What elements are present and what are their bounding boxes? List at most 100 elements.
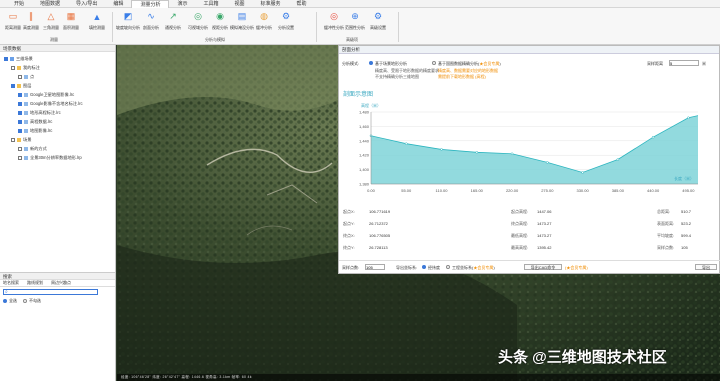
tree-node-label: 点 [30, 73, 35, 79]
menu-item[interactable]: 地图数据 [32, 0, 68, 8]
sample-distance-input[interactable] [669, 60, 699, 66]
ribbon-button-height[interactable]: ∥ 高度测量 [21, 11, 41, 37]
menu-item[interactable]: 编辑 [105, 0, 131, 8]
ribbon-button-viewshed[interactable]: ◎ 可视域分析 [188, 11, 208, 37]
ribbon-button-sightline[interactable]: ↗ 通视分析 [163, 11, 183, 37]
settings-icon: ⚙ [373, 11, 383, 21]
radio-mode1[interactable] [369, 61, 373, 65]
x-tick-label: 220.00 [506, 188, 519, 193]
tree-checkbox[interactable] [11, 137, 15, 142]
mode1-note2: 不支持精确分析三维地图 [375, 74, 419, 79]
stat-value: 1473.27 [537, 221, 552, 226]
profile-point [546, 161, 549, 164]
profile-point [405, 142, 408, 145]
search-input[interactable] [3, 289, 98, 295]
folder-icon [17, 83, 21, 88]
menu-item[interactable]: 开始 [6, 0, 32, 8]
tree-node[interactable]: 地形高程标注.lrc [18, 109, 61, 116]
menu-item[interactable]: 工具箱 [195, 0, 226, 8]
tree-node-label: 地形高程标注.lrc [30, 109, 61, 115]
ribbon-button-label: 面积测量 [63, 25, 79, 30]
radio-unselect[interactable] [23, 298, 27, 303]
tree-checkbox[interactable] [18, 146, 22, 151]
search-icon[interactable]: ⌕ [5, 289, 8, 295]
tree-checkbox[interactable] [18, 92, 22, 97]
tree-node[interactable]: 我的标注 [11, 64, 40, 71]
radio-mode2[interactable] [432, 61, 436, 65]
ribbon-button-buffer[interactable]: ◍ 缓冲分析 [254, 11, 274, 37]
tree-checkbox[interactable] [4, 56, 8, 61]
left-panel: 场景数据 三维场景 我的标注点图层 Google卫星地图影像.lrc Google影像… [0, 45, 116, 381]
x-tick-label: 330.00 [576, 188, 589, 193]
ribbon-button-flood[interactable]: ▤ 模拟淹没分析 [230, 11, 254, 37]
stat-value: 1395.42 [537, 245, 552, 250]
radio-latlon[interactable] [422, 265, 426, 269]
search-tabs: 地名搜索 路线规划 周边兴趣点 [0, 280, 115, 287]
ribbon-button-gear[interactable]: ⚙ 分析设置 [276, 11, 296, 37]
tab-poi[interactable]: 周边兴趣点 [51, 280, 71, 286]
stat-value: 26.728113 [369, 245, 388, 250]
panel-title: 剖面分析 [339, 46, 719, 54]
sample-count-input[interactable] [365, 264, 385, 270]
tree-node[interactable]: 新的方式 [18, 145, 47, 152]
menu-item[interactable]: 视图 [226, 0, 252, 8]
profile-point [651, 135, 655, 139]
tree-checkbox[interactable] [18, 110, 22, 115]
export-opt-latlon: 经纬度 [428, 265, 440, 270]
tree-node[interactable]: 全景30m分辨率数据地形.lrp [18, 154, 82, 161]
ribbon-button-label: 剖面分析 [143, 25, 159, 30]
tree-node[interactable]: Google影像不含地名标注.lrc [18, 100, 83, 107]
x-tick-label: 275.00 [541, 188, 554, 193]
group-label-measure: 测量 [50, 37, 58, 42]
ribbon-button-visibility[interactable]: ◉ 视距分析 [210, 11, 230, 37]
radio-project-coord[interactable] [446, 265, 450, 269]
export-cad-button[interactable]: 导出CAD命令 [524, 264, 562, 270]
tree-checkbox[interactable] [11, 65, 15, 70]
ribbon-button-ruler[interactable]: ▭ 距离测量 [3, 11, 23, 37]
ribbon-button-slope[interactable]: ◩ 坡度坡向分析 [116, 11, 140, 37]
ribbon-button-range[interactable]: ⊕ 范围性分析 [345, 11, 365, 37]
tree-node-label: Google卫星地图影像.lrc [30, 91, 75, 97]
ribbon-button-label: 缓冲分析 [256, 25, 272, 30]
target-icon: ◎ [330, 11, 338, 21]
tree-node-label: 三维场景 [16, 55, 33, 61]
export-button[interactable]: 导出 [695, 264, 717, 270]
ribbon-button-cutfill[interactable]: ▲ 填挖测量 [87, 11, 107, 37]
tab-place-search[interactable]: 地名搜索 [3, 280, 19, 286]
tree-checkbox[interactable] [18, 128, 22, 133]
slope-icon: ◩ [123, 11, 133, 21]
ribbon-button-triangle[interactable]: △ 三角测量 [41, 11, 61, 37]
tree-checkbox[interactable] [11, 83, 15, 88]
menu-item[interactable]: 帮助 [289, 0, 315, 8]
menu-item[interactable]: 测量分析 [131, 0, 170, 8]
stat-label: 表面距离: [657, 221, 675, 226]
profile-analysis-panel: 剖面分析 分析模式: 基于场景地形分析 精度高、受限于地形数据的精度要求 不支持… [338, 45, 720, 274]
tree-node[interactable]: 高程数据.lrc [18, 118, 52, 125]
gear-icon: ⚙ [281, 11, 291, 21]
tree-node[interactable]: 场景 [11, 136, 31, 143]
viewshed-icon: ◎ [194, 11, 202, 21]
tree-node[interactable]: 地图影像.lrc [18, 127, 52, 134]
menu-item[interactable]: 导入/导出 [68, 0, 105, 8]
export-vip-tag: ★会员专属 [473, 265, 494, 270]
tree-node[interactable]: 三维场景 [4, 55, 33, 62]
tree-checkbox[interactable] [18, 74, 22, 79]
tree-node[interactable]: 点 [18, 73, 34, 80]
ribbon-button-target[interactable]: ◎ 缓冲性分析 [324, 11, 344, 37]
ribbon-button-label: 视距分析 [212, 25, 228, 30]
tree-checkbox[interactable] [18, 155, 22, 160]
ribbon-button-label: 缓冲性分析 [324, 25, 344, 30]
tree-checkbox[interactable] [18, 101, 22, 106]
radio-select-all[interactable] [3, 298, 7, 303]
tree-node[interactable]: Google卫星地图影像.lrc [18, 91, 74, 98]
ribbon-button-profile[interactable]: ∿ 剖面分析 [141, 11, 161, 37]
ribbon-button-area[interactable]: ▦ 面积测量 [61, 11, 81, 37]
tree-checkbox[interactable] [18, 119, 22, 124]
tab-route[interactable]: 路线规划 [27, 280, 43, 286]
x-tick-label: 495.00 [682, 188, 695, 193]
tree-node-label: 新的方式 [30, 145, 47, 151]
tree-node[interactable]: 图层 [11, 82, 31, 89]
ribbon-button-settings[interactable]: ⚙ 高级设置 [368, 11, 388, 37]
menu-item[interactable]: 标准服务 [253, 0, 289, 8]
menu-item[interactable]: 演示 [169, 0, 195, 8]
